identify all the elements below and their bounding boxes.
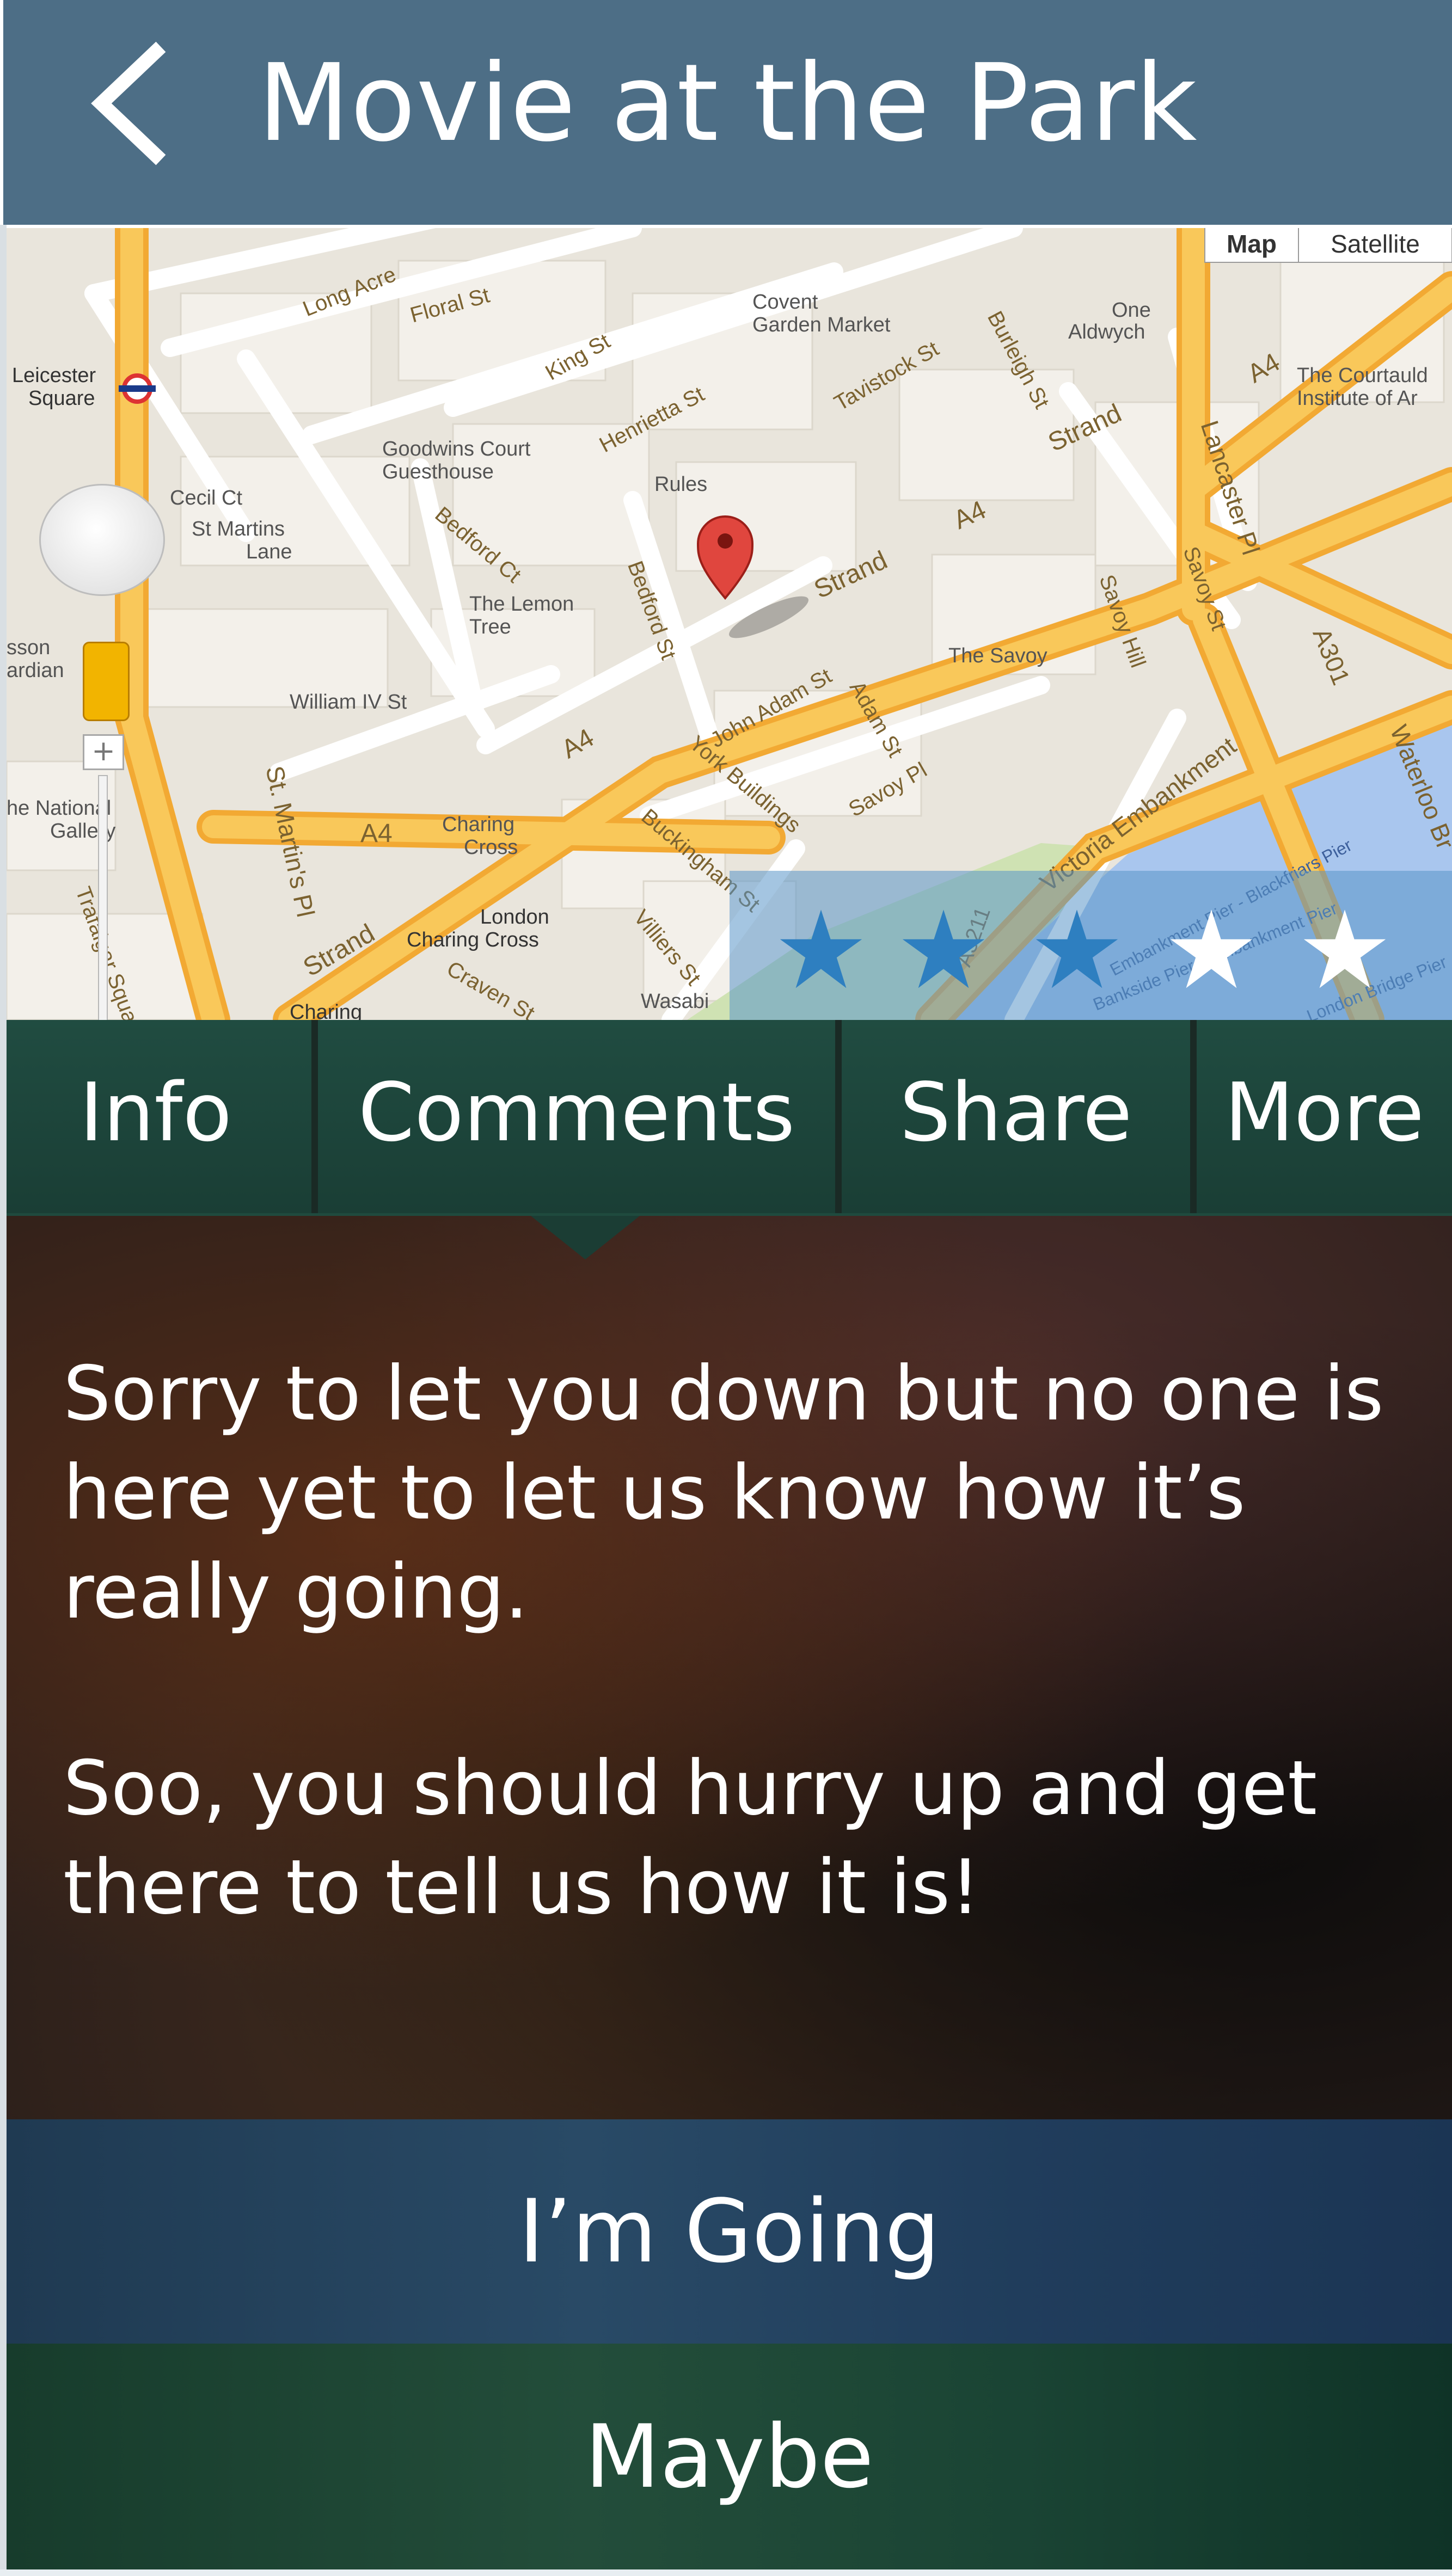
tab-comments[interactable]: Comments xyxy=(318,1020,835,1213)
im-going-button[interactable]: I’m Going xyxy=(7,2119,1452,2344)
tab-divider xyxy=(835,1020,842,1213)
tab-divider xyxy=(1190,1020,1197,1213)
empty-comments-message: Sorry to let you down but no one is here… xyxy=(63,1350,1384,1636)
star-icon-5[interactable] xyxy=(1301,906,1388,993)
left-edge xyxy=(0,225,7,2569)
tab-bar: Info Comments Share More xyxy=(0,1020,1452,1216)
empty-comments-hint: Soo, you should hurry up and get there t… xyxy=(63,1744,1318,1931)
zoom-in-button[interactable]: + xyxy=(83,734,124,770)
map-pan-control[interactable] xyxy=(39,484,165,596)
star-icon-4[interactable] xyxy=(1168,906,1255,993)
maybe-button[interactable]: Maybe xyxy=(7,2344,1452,2569)
star-icon-1[interactable] xyxy=(777,906,865,993)
map-type-satellite-button[interactable]: Satellite xyxy=(1298,228,1452,263)
page-title: Movie at the Park xyxy=(258,41,1198,165)
app-header: Movie at the Park xyxy=(3,0,1452,228)
tab-share[interactable]: Share xyxy=(842,1020,1190,1213)
bottom-edge xyxy=(0,2569,1452,2576)
street-view-pegman-icon[interactable] xyxy=(83,642,130,721)
tab-info[interactable]: Info xyxy=(0,1020,311,1213)
tab-divider xyxy=(311,1020,318,1213)
tab-more[interactable]: More xyxy=(1197,1020,1452,1213)
map-type-map-button[interactable]: Map xyxy=(1204,228,1299,263)
zoom-slider-track[interactable] xyxy=(98,775,108,1020)
active-tab-indicator xyxy=(531,1216,640,1259)
star-icon-3[interactable] xyxy=(1033,906,1120,993)
star-icon-2[interactable] xyxy=(900,906,987,993)
